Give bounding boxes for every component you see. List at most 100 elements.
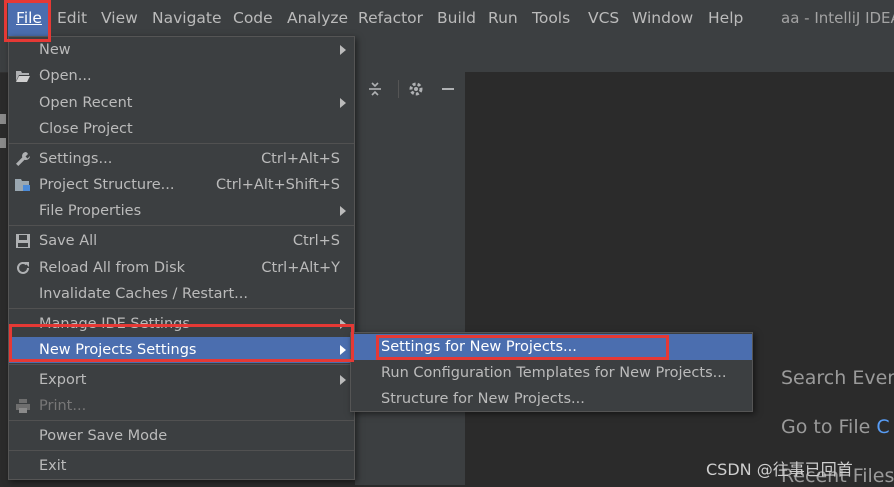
menu-run-label: Run: [488, 9, 518, 27]
menu-item-reload[interactable]: Reload All from Disk Ctrl+Alt+Y: [9, 255, 354, 281]
menu-help-label: Help: [708, 9, 744, 27]
menu-item-open-recent[interactable]: Open Recent: [9, 90, 354, 116]
menu-item-save-all[interactable]: Save All Ctrl+S: [9, 228, 354, 254]
menu-item-settings[interactable]: Settings... Ctrl+Alt+S: [9, 146, 354, 172]
menu-code[interactable]: Code: [233, 0, 273, 36]
menu-item-label: Invalidate Caches / Restart...: [39, 286, 248, 302]
submenu-item-label: Run Configuration Templates for New Proj…: [381, 365, 727, 381]
menu-item-label: Export: [39, 372, 87, 388]
submenu-item-label: Structure for New Projects...: [381, 391, 585, 407]
minimize-icon[interactable]: [437, 78, 459, 100]
menu-item-open[interactable]: Open...: [9, 63, 354, 89]
panel-separator: [398, 80, 399, 98]
menu-item-invalidate-caches[interactable]: Invalidate Caches / Restart...: [9, 281, 354, 307]
submenu-item-label: Settings for New Projects...: [381, 339, 577, 355]
menu-view-label: View: [101, 9, 138, 27]
menu-item-new[interactable]: New: [9, 37, 354, 63]
submenu-item-structure-for-new-projects[interactable]: Structure for New Projects...: [351, 386, 752, 412]
menu-item-exit[interactable]: Exit: [9, 453, 354, 479]
menu-vcs[interactable]: VCS: [588, 0, 619, 36]
menu-window[interactable]: Window: [632, 0, 693, 36]
menu-item-new-projects-settings[interactable]: New Projects Settings: [9, 337, 354, 363]
menu-window-label: Window: [632, 9, 694, 27]
menu-tools[interactable]: Tools: [532, 0, 570, 36]
menu-item-label: File Properties: [39, 203, 142, 219]
submenu-arrow-icon: [340, 375, 346, 385]
new-projects-settings-submenu: Settings for New Projects... Run Configu…: [350, 332, 753, 412]
gutter-marker: [0, 138, 6, 148]
menu-edit[interactable]: Edit: [57, 0, 87, 36]
submenu-item-run-configuration-templates[interactable]: Run Configuration Templates for New Proj…: [351, 360, 752, 386]
menu-item-project-structure[interactable]: Project Structure... Ctrl+Alt+Shift+S: [9, 172, 354, 198]
menu-refactor[interactable]: Refactor: [358, 0, 423, 36]
menu-file[interactable]: File: [8, 0, 50, 36]
submenu-arrow-icon: [340, 98, 346, 108]
menu-item-label: Manage IDE Settings: [39, 316, 190, 332]
printer-icon: [14, 397, 32, 415]
gutter-marker: [0, 114, 6, 124]
menu-separator: [9, 364, 354, 365]
menu-navigate[interactable]: Navigate: [152, 0, 222, 36]
menu-help[interactable]: Help: [708, 0, 743, 36]
window-title: aa - IntelliJ IDEA: [781, 9, 894, 27]
search-everywhere-hint: Search Every: [781, 367, 894, 389]
menu-item-label: New: [39, 42, 71, 58]
menu-item-label: Exit: [39, 458, 67, 474]
go-to-file-label: Go to File: [781, 416, 871, 438]
wrench-icon: [14, 150, 32, 168]
menu-item-export[interactable]: Export: [9, 367, 354, 393]
menu-separator: [9, 450, 354, 451]
submenu-arrow-icon: [340, 345, 346, 355]
menu-item-label: Reload All from Disk: [39, 260, 186, 276]
menu-item-label: Close Project: [39, 121, 133, 137]
menu-build-label: Build: [437, 9, 476, 27]
file-menu: New Open... Open Recent Close Project Se…: [8, 36, 355, 480]
menu-separator: [9, 420, 354, 421]
save-icon: [14, 232, 32, 250]
menu-separator: [9, 308, 354, 309]
menu-navigate-label: Navigate: [152, 9, 222, 27]
go-to-file-hint: Go to File C: [781, 416, 890, 438]
watermark: CSDN @往事已回首: [706, 460, 853, 479]
menu-separator: [9, 225, 354, 226]
submenu-arrow-icon: [340, 45, 346, 55]
submenu-item-settings-for-new-projects[interactable]: Settings for New Projects...: [351, 334, 752, 360]
menu-item-label: Power Save Mode: [39, 428, 168, 444]
shortcut-label: Ctrl+Alt+Y: [261, 260, 340, 276]
menu-edit-label: Edit: [57, 9, 88, 27]
shortcut-label: Ctrl+Alt+Shift+S: [215, 177, 340, 193]
menu-vcs-label: VCS: [588, 9, 620, 27]
menu-build[interactable]: Build: [437, 0, 476, 36]
menu-file-label: File: [16, 9, 42, 27]
menu-run[interactable]: Run: [488, 0, 518, 36]
menu-item-label: Project Structure...: [39, 177, 175, 193]
gear-icon[interactable]: [405, 78, 427, 100]
menu-item-label: New Projects Settings: [39, 342, 197, 358]
project-panel: [355, 72, 466, 485]
menu-item-label: Save All: [39, 233, 98, 249]
menu-item-close-project[interactable]: Close Project: [9, 116, 354, 142]
menu-item-power-save[interactable]: Power Save Mode: [9, 423, 354, 449]
go-to-file-key: C: [876, 416, 890, 438]
menu-code-label: Code: [233, 9, 273, 27]
submenu-arrow-icon: [340, 206, 346, 216]
menu-item-label: Print...: [39, 398, 87, 414]
collapse-all-icon[interactable]: [364, 78, 386, 100]
refresh-icon: [14, 259, 32, 277]
menu-item-label: Settings...: [39, 151, 113, 167]
menu-analyze-label: Analyze: [287, 9, 349, 27]
menu-item-file-properties[interactable]: File Properties: [9, 198, 354, 224]
submenu-arrow-icon: [340, 319, 346, 329]
menu-view[interactable]: View: [101, 0, 138, 36]
menu-item-label: Open...: [39, 68, 92, 84]
menu-tools-label: Tools: [532, 9, 571, 27]
menu-item-manage-ide-settings[interactable]: Manage IDE Settings: [9, 311, 354, 337]
shortcut-label: Ctrl+Alt+S: [261, 151, 340, 167]
menu-bar: File Edit View Navigate Code Analyze Ref…: [0, 0, 894, 36]
menu-item-print[interactable]: Print...: [9, 393, 354, 419]
shortcut-label: Ctrl+S: [292, 233, 340, 249]
menu-item-label: Open Recent: [39, 95, 133, 111]
menu-separator: [9, 143, 354, 144]
menu-analyze[interactable]: Analyze: [287, 0, 348, 36]
folder-open-icon: [14, 67, 32, 85]
